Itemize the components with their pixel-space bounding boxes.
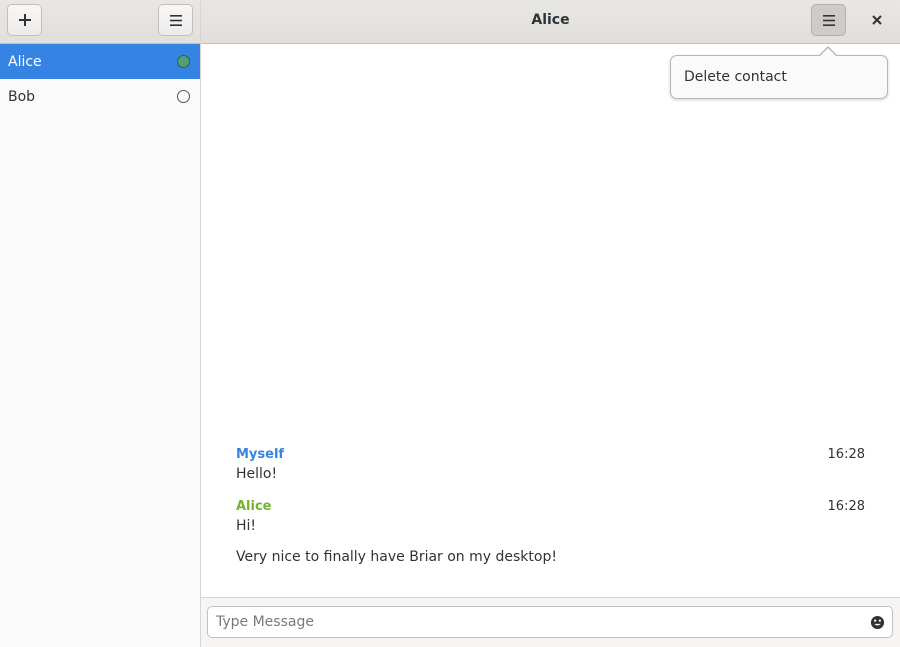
offline-status-icon xyxy=(177,90,190,103)
close-button[interactable] xyxy=(861,4,893,36)
emoji-button[interactable] xyxy=(869,614,885,630)
message-text: Very nice to finally have Briar on my de… xyxy=(236,549,557,565)
conversation-popover-menu: Delete contact xyxy=(670,55,888,99)
message: Myself 16:28 Hello! xyxy=(236,445,866,483)
message-list: Myself 16:28 Hello! Alice 16:28 Hi! Very… xyxy=(236,445,866,580)
contact-item-alice[interactable]: Alice xyxy=(0,44,200,79)
plus-icon xyxy=(18,14,31,26)
popover-arrow-fill xyxy=(819,48,837,57)
conversation-menu-button[interactable] xyxy=(811,4,846,36)
main-menu-button[interactable] xyxy=(158,4,193,36)
contact-name: Alice xyxy=(8,53,42,70)
message-text: Hello! xyxy=(236,466,278,482)
delete-contact-menu-item[interactable]: Delete contact xyxy=(684,56,787,98)
composer-bar xyxy=(201,597,900,647)
contact-item-bob[interactable]: Bob xyxy=(0,79,200,114)
message-text: Hi! xyxy=(236,518,257,534)
sidebar-header xyxy=(0,0,200,44)
message: Alice 16:28 Hi! Very nice to finally hav… xyxy=(236,497,866,566)
app-window: Alice Bob Alice Myself 16:28 Hello! Alic… xyxy=(0,0,900,647)
conversation-title: Alice xyxy=(531,12,570,28)
add-contact-button[interactable] xyxy=(7,4,42,36)
contact-name: Bob xyxy=(8,88,36,105)
close-icon xyxy=(872,15,882,25)
emoji-icon xyxy=(870,615,884,629)
message-author: Myself xyxy=(236,447,285,462)
conversation-header: Alice xyxy=(201,0,900,44)
message-author: Alice xyxy=(236,499,272,514)
message-composer xyxy=(207,606,893,638)
hamburger-menu-icon xyxy=(169,14,182,26)
message-time: 16:28 xyxy=(827,447,865,462)
sidebar: Alice Bob xyxy=(0,0,201,647)
hamburger-menu-icon xyxy=(822,14,835,26)
message-time: 16:28 xyxy=(827,499,865,514)
message-input[interactable] xyxy=(208,607,858,637)
contact-list: Alice Bob xyxy=(0,44,200,114)
online-status-icon xyxy=(177,55,190,68)
